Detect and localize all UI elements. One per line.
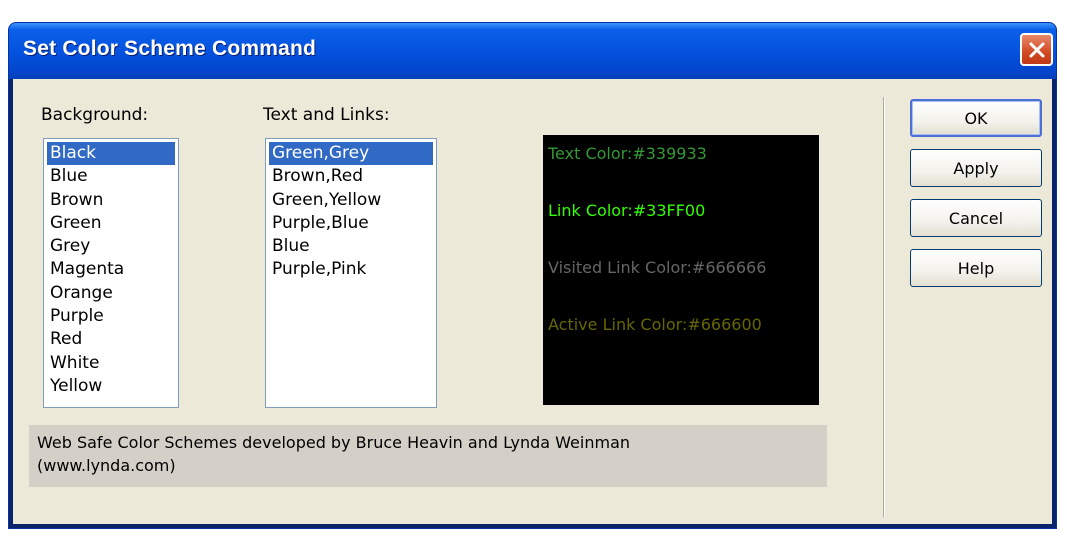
- background-list-item[interactable]: Yellow: [47, 375, 175, 398]
- credits-text: Web Safe Color Schemes developed by Bruc…: [29, 425, 827, 487]
- text-links-list-item[interactable]: Blue: [269, 235, 433, 258]
- credits-line-2: (www.lynda.com): [37, 456, 176, 475]
- background-list-item[interactable]: White: [47, 352, 175, 375]
- background-list-item[interactable]: Purple: [47, 305, 175, 328]
- close-button[interactable]: [1020, 33, 1053, 66]
- dialog-window: Set Color Scheme Command Background: Bla…: [8, 22, 1057, 529]
- preview-active-link-color: Active Link Color:#666600: [548, 315, 762, 334]
- preview-link-color: Link Color:#33FF00: [548, 201, 706, 220]
- apply-button[interactable]: Apply: [910, 149, 1042, 187]
- background-list-item[interactable]: Red: [47, 328, 175, 351]
- background-list-item[interactable]: Magenta: [47, 258, 175, 281]
- credits-line-1: Web Safe Color Schemes developed by Bruc…: [37, 433, 631, 452]
- close-icon: [1029, 42, 1044, 57]
- text-links-list-item[interactable]: Green,Grey: [269, 142, 433, 166]
- ok-button[interactable]: OK: [910, 99, 1042, 137]
- title-bar[interactable]: Set Color Scheme Command: [9, 23, 1056, 79]
- text-links-list-item[interactable]: Purple,Pink: [269, 258, 433, 281]
- text-links-label: Text and Links:: [263, 105, 390, 125]
- text-links-list-item[interactable]: Purple,Blue: [269, 212, 433, 235]
- text-links-list-item[interactable]: Brown,Red: [269, 165, 433, 188]
- background-list-item[interactable]: Orange: [47, 282, 175, 305]
- vertical-separator: [883, 97, 885, 517]
- preview-text-color: Text Color:#339933: [548, 144, 707, 163]
- help-button[interactable]: Help: [910, 249, 1042, 287]
- background-list-item[interactable]: Grey: [47, 235, 175, 258]
- text-links-list-item[interactable]: Green,Yellow: [269, 189, 433, 212]
- background-list-item[interactable]: Green: [47, 212, 175, 235]
- window-title: Set Color Scheme Command: [23, 37, 317, 60]
- text-links-listbox[interactable]: Green,Grey Brown,Red Green,Yellow Purple,Bl…: [265, 138, 437, 408]
- background-list-item[interactable]: Brown: [47, 189, 175, 212]
- color-preview-panel: Text Color:#339933 Link Color:#33FF00 Vi…: [543, 135, 819, 405]
- background-listbox[interactable]: Black Blue Brown Green Grey Magenta Orange Purp…: [43, 138, 179, 408]
- background-list-item[interactable]: Blue: [47, 165, 175, 188]
- background-list-item[interactable]: Black: [47, 142, 175, 166]
- dialog-body: Background: Black Blue Brown Green Grey Magen…: [13, 79, 1052, 524]
- background-label: Background:: [41, 105, 149, 125]
- cancel-button[interactable]: Cancel: [910, 199, 1042, 237]
- preview-visited-link-color: Visited Link Color:#666666: [548, 258, 767, 277]
